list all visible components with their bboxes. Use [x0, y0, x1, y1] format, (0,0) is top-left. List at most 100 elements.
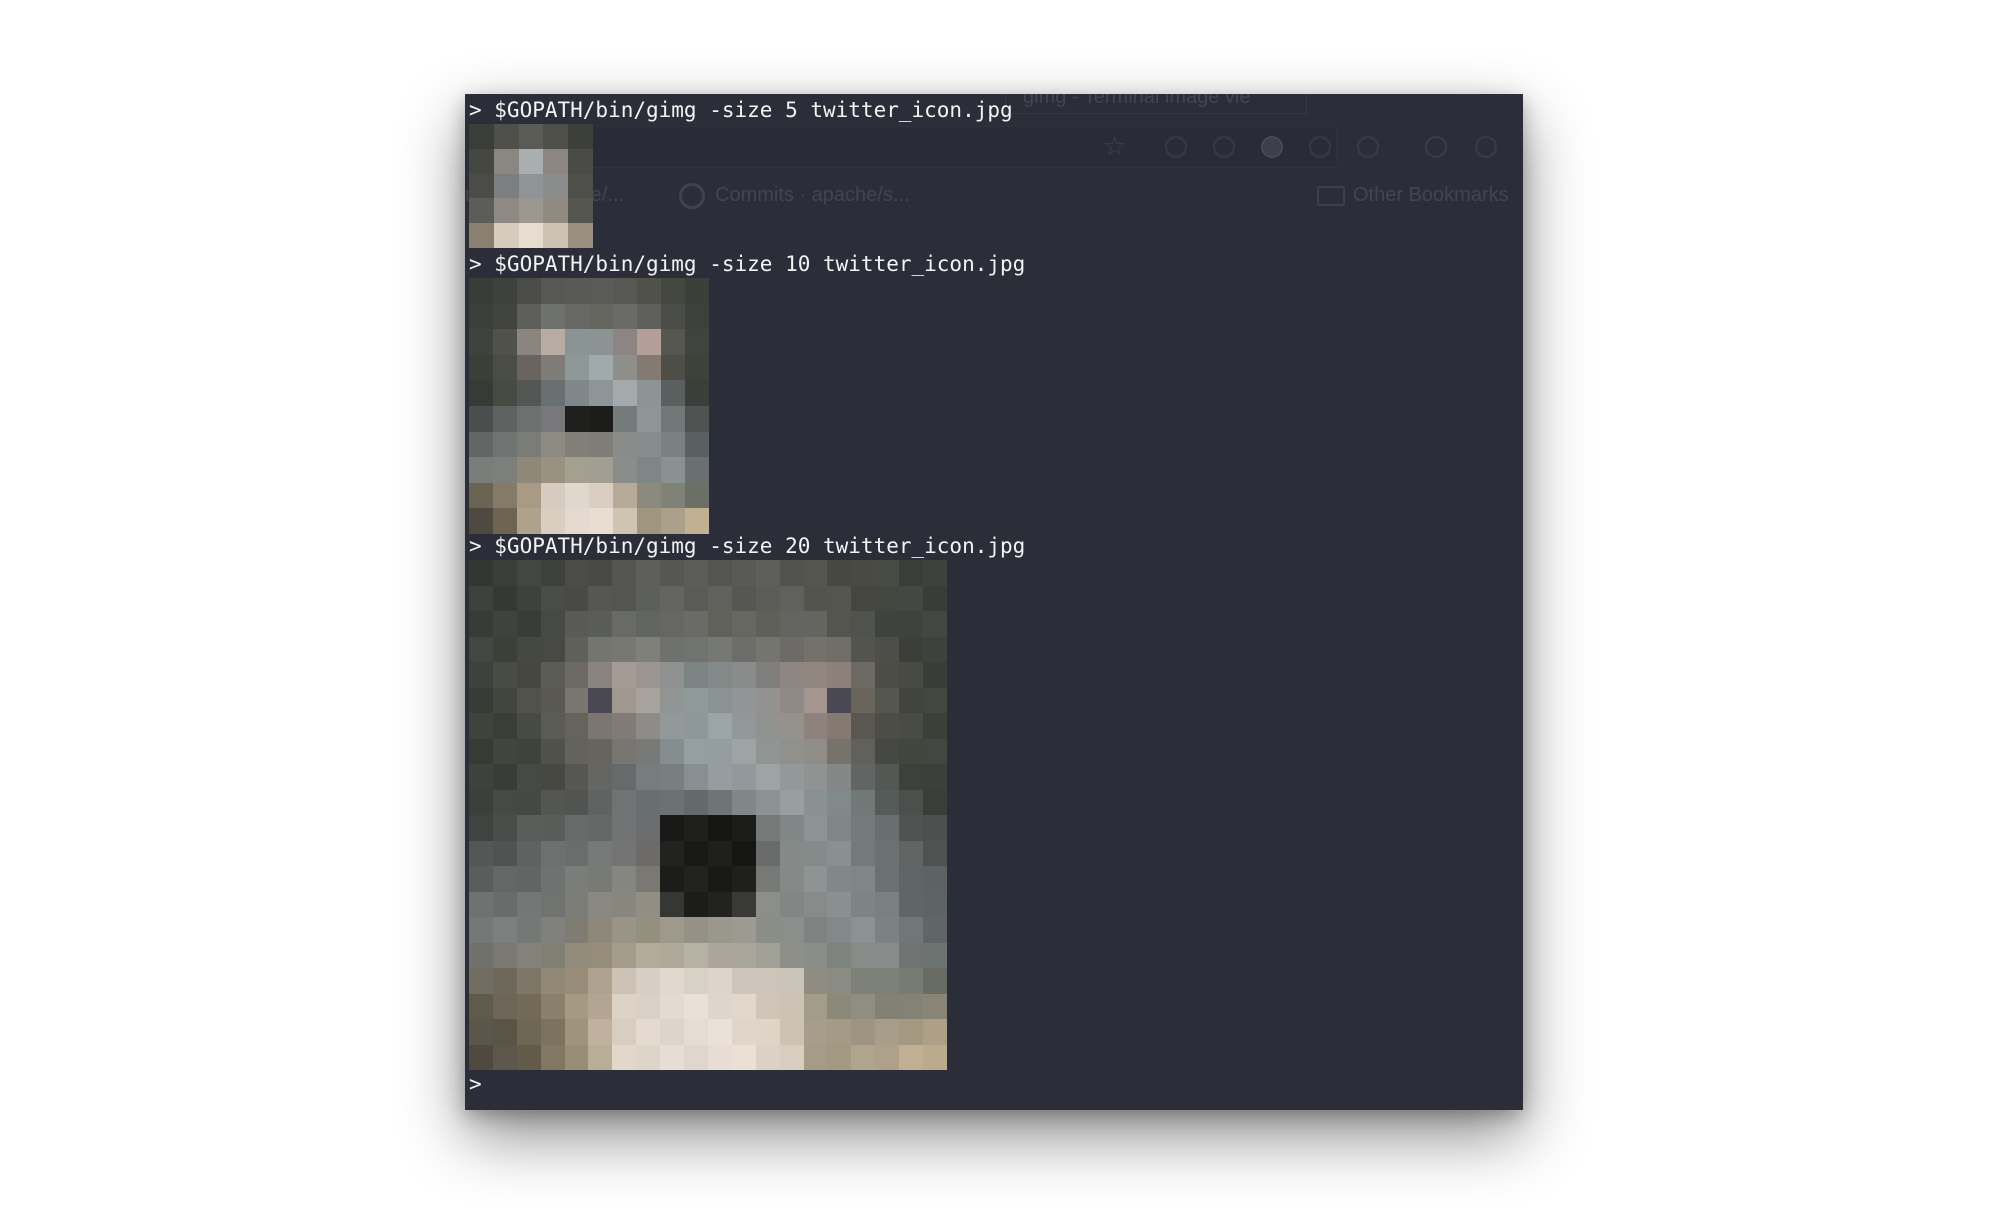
image-pixel [568, 173, 593, 199]
image-pixel [685, 431, 709, 458]
terminal-window[interactable]: gimg - Terminal image vie ☆ mmits · apac… [465, 94, 1523, 1110]
image-pixel [543, 198, 569, 224]
image-pixel [779, 560, 804, 586]
image-pixel [803, 636, 828, 662]
command-line: > $GOPATH/bin/gimg -size 20 twitter_icon… [469, 534, 1026, 558]
image-pixel [541, 380, 565, 406]
image-pixel [493, 482, 517, 509]
image-pixel [492, 764, 517, 790]
image-pixel [899, 636, 924, 662]
image-pixel [517, 303, 541, 330]
image-pixel [636, 968, 661, 994]
image-pixel [540, 662, 565, 688]
image-pixel [827, 585, 852, 611]
image-pixel [707, 611, 732, 637]
image-pixel [731, 764, 756, 790]
image-pixel [707, 713, 732, 739]
image-pixel [660, 942, 685, 968]
image-pixel [516, 1044, 541, 1070]
image-pixel [612, 738, 637, 764]
image-pixel [589, 457, 613, 483]
prompt[interactable]: > [469, 1072, 482, 1096]
image-pixel [469, 173, 494, 199]
image-pixel [899, 585, 924, 611]
image-pixel [588, 942, 613, 968]
image-pixel [543, 124, 569, 149]
image-pixel [803, 738, 828, 764]
image-pixel [755, 764, 780, 790]
image-pixel [612, 611, 637, 637]
image-pixel [564, 585, 589, 611]
image-pixel [779, 636, 804, 662]
image-pixel [660, 687, 685, 713]
image-pixel [589, 508, 613, 534]
image-pixel [612, 815, 637, 841]
image-pixel [875, 738, 900, 764]
image-pixel [875, 636, 900, 662]
image-pixel [755, 1019, 780, 1045]
image-pixel [755, 738, 780, 764]
image-pixel [636, 1019, 661, 1045]
image-pixel [827, 891, 852, 917]
image-pixel [637, 380, 661, 406]
image-pixel [469, 662, 493, 688]
image-pixel [707, 636, 732, 662]
image-pixel [636, 636, 661, 662]
image-pixel [899, 662, 924, 688]
image-pixel [588, 840, 613, 866]
image-pixel [636, 993, 661, 1019]
image-pixel [540, 560, 565, 586]
image-pixel [827, 917, 852, 943]
image-pixel [851, 764, 876, 790]
image-pixel [661, 457, 685, 483]
image-pixel [612, 636, 637, 662]
image-pixel [564, 687, 589, 713]
image-pixel [637, 431, 661, 458]
image-pixel [779, 891, 804, 917]
image-pixel [923, 815, 947, 841]
image-pixel [493, 124, 519, 149]
image-pixel [492, 917, 517, 943]
image-pixel [469, 815, 493, 841]
image-pixel [588, 585, 613, 611]
image-pixel [731, 1019, 756, 1045]
image-pixel [517, 457, 541, 483]
image-pixel [637, 508, 661, 534]
image-pixel [827, 611, 852, 637]
folder-icon [1317, 186, 1345, 206]
image-pixel [707, 942, 732, 968]
image-pixel [541, 329, 565, 355]
image-pixel [755, 560, 780, 586]
image-pixel [851, 636, 876, 662]
image-pixel [492, 1044, 517, 1070]
image-pixel [469, 840, 493, 866]
image-pixel [518, 198, 544, 224]
image-pixel [518, 223, 544, 248]
image-pixel [731, 942, 756, 968]
image-pixel [493, 406, 517, 432]
image-pixel [803, 840, 828, 866]
image-pixel [637, 354, 661, 381]
image-pixel [516, 789, 541, 815]
image-pixel [589, 406, 613, 432]
image-pixel [875, 866, 900, 892]
image-pixel [684, 585, 708, 611]
image-pixel [541, 406, 565, 432]
image-pixel [564, 942, 589, 968]
image-pixel [636, 942, 661, 968]
image-pixel [516, 687, 541, 713]
image-pixel [899, 1044, 924, 1070]
image-pixel [707, 738, 732, 764]
image-pixel [588, 662, 613, 688]
image-pixel [588, 789, 613, 815]
image-pixel [851, 1044, 876, 1070]
image-pixel [541, 457, 565, 483]
image-pixel [660, 1019, 685, 1045]
image-pixel [493, 508, 517, 534]
image-pixel [827, 942, 852, 968]
image-pixel [469, 329, 493, 355]
image-pixel [636, 713, 661, 739]
image-pixel [469, 303, 493, 330]
image-pixel [540, 968, 565, 994]
image-pixel [875, 942, 900, 968]
